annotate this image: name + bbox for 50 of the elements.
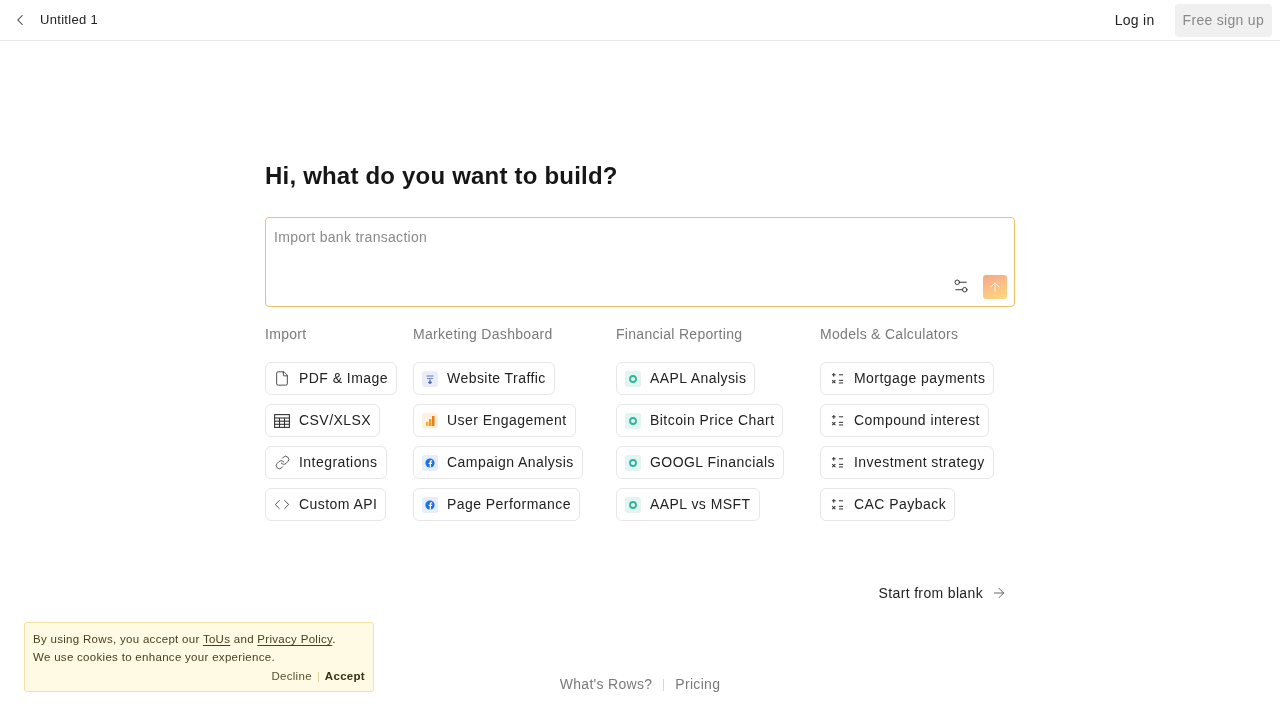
template-chip[interactable]: CSV/XLSX [265, 404, 381, 437]
login-button[interactable]: Log in [1106, 3, 1163, 37]
template-chip[interactable]: Bitcoin Price Chart [616, 404, 784, 437]
template-chip[interactable]: Campaign Analysis [413, 446, 583, 479]
ring-tile-icon [625, 412, 641, 429]
terms-link[interactable]: ToUs [202, 633, 231, 645]
ring-tile-icon [625, 370, 641, 387]
math-symbols-icon [830, 498, 844, 511]
template-chip[interactable]: Custom API [265, 488, 387, 521]
math-symbols-icon [830, 372, 844, 385]
link-icon [274, 455, 290, 470]
template-chip[interactable]: GOOGL Financials [616, 446, 784, 479]
table-icon [274, 413, 290, 428]
ring-tile-icon [625, 454, 641, 471]
document-title: Untitled 1 [40, 11, 98, 30]
math-symbols-icon [830, 414, 844, 427]
document-icon [274, 370, 290, 387]
footer-link[interactable]: Pricing [675, 674, 721, 695]
accept-button[interactable]: Accept [324, 668, 365, 686]
options-button[interactable] [951, 276, 971, 296]
template-chip[interactable]: Website Traffic [413, 362, 555, 395]
prompt-field[interactable]: Import bank transaction [265, 217, 1015, 307]
start-from-blank-button[interactable]: Start from blank [878, 582, 1015, 604]
cookie-note: We use cookies to enhance your experience. [33, 650, 276, 665]
template-chip[interactable]: Integrations [265, 446, 387, 479]
bar-chart-tile-icon [422, 412, 438, 429]
cookie-notice: By using Rows, you accept our ToUs and Privacy Policy. [33, 632, 337, 647]
category-heading: Models & Calculators [820, 325, 959, 344]
round-logo-tile-icon [422, 454, 438, 471]
category-heading: Financial Reporting [616, 325, 743, 344]
template-chip[interactable]: Compound interest [820, 404, 989, 437]
template-chip[interactable]: Mortgage payments [820, 362, 995, 395]
sliders-icon [952, 277, 970, 295]
template-chip[interactable]: AAPL Analysis [616, 362, 756, 395]
template-chip[interactable]: CAC Payback [820, 488, 956, 521]
math-symbols-icon [830, 456, 844, 469]
category-heading: Import [265, 325, 307, 344]
template-chip[interactable]: Investment strategy [820, 446, 994, 479]
round-logo-tile-icon [422, 496, 438, 513]
arrow-right-icon [991, 585, 1007, 601]
decline-button[interactable]: Decline [271, 668, 312, 686]
template-chip[interactable]: AAPL vs MSFT [616, 488, 760, 521]
down-arrow-tile-icon [422, 370, 438, 387]
page-heading: Hi, what do you want to build? [265, 162, 618, 190]
ring-tile-icon [625, 496, 641, 513]
template-chip[interactable]: Page Performance [413, 488, 580, 521]
category-heading: Marketing Dashboard [413, 325, 553, 344]
footer-link[interactable]: What's Rows? [559, 674, 653, 695]
template-chip[interactable]: PDF & Image [265, 362, 397, 395]
template-chip[interactable]: User Engagement [413, 404, 576, 437]
